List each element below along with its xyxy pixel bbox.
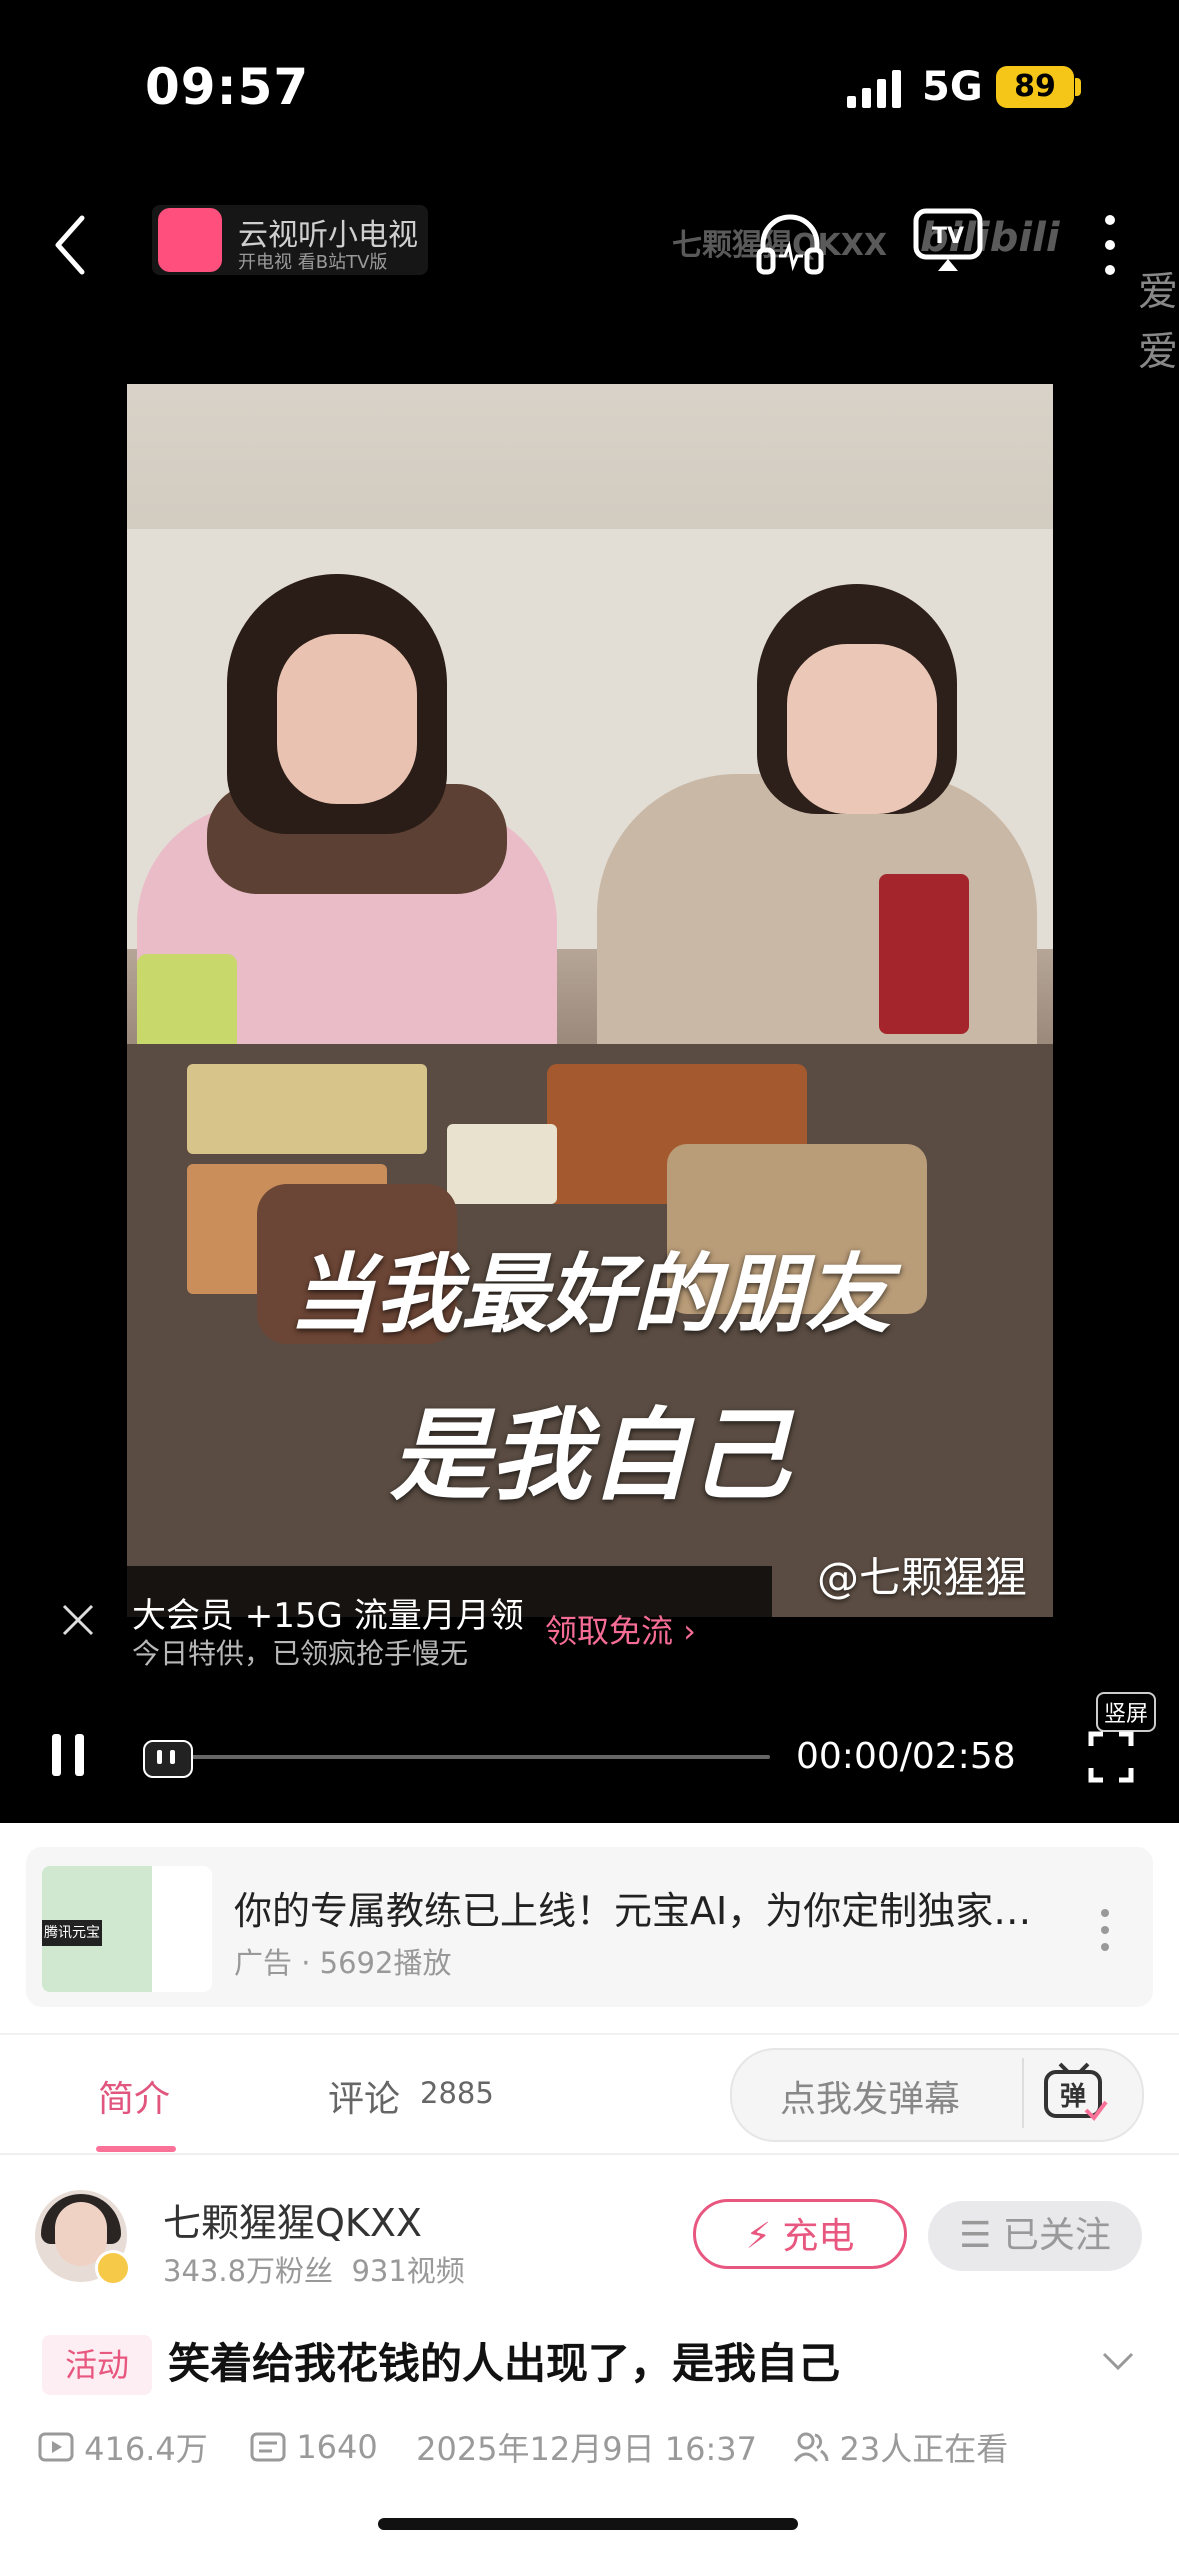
drink-cup-red [879,874,969,1034]
tab-intro[interactable]: 简介 [98,2070,170,2122]
signal-icon [847,70,901,108]
video-title: 笑着给我花钱的人出现了，是我自己 [168,2339,841,2388]
ad-title: 你的专属教练已上线！元宝AI，为你定制独家… [234,1889,1032,1933]
food-sushi-box [187,1064,427,1154]
battery-tip [1075,78,1081,96]
ad-thumbnail-tag: 腾讯元宝 [42,1920,102,1946]
close-icon[interactable] [60,1602,96,1638]
fullscreen-icon[interactable] [1087,1730,1135,1784]
vertical-mode-label[interactable]: 竖屏 [1096,1692,1157,1732]
play-count-icon [38,2432,74,2462]
uploader-name[interactable]: 七颗猩猩QKXX [163,2192,422,2247]
person-left-face [277,634,417,804]
verified-badge-icon [95,2250,131,2286]
uploader-stats: 343.8万粉丝 931视频 [163,2254,465,2288]
food-rolls [447,1124,557,1204]
ad-thumbnail-sticker [152,1866,212,1992]
video-caption-line2: 是我自己 [390,1396,790,1514]
video-caption-line1: 当我最好的朋友 [289,1244,891,1345]
tab-comments-count: 2885 [420,2076,494,2110]
danmaku-icon-label: 弹 [1060,2082,1086,2112]
back-arrow-icon[interactable] [50,210,90,280]
home-indicator [378,2518,798,2530]
tab-comments[interactable]: 评论 [328,2070,400,2122]
viewers-icon [794,2432,829,2462]
video-handle-watermark: @七颗猩猩 [816,1553,1027,1602]
live-viewers: 23人正在看 [839,2430,1009,2468]
divider [0,2153,1179,2155]
ad-more-icon[interactable] [1100,1908,1110,1952]
tv-knob-icon [157,1750,175,1764]
activity-badge[interactable]: 活动 [42,2335,152,2395]
battery-indicator: 89 [996,66,1074,108]
vip-promo-subtitle: 今日特供，已领疯抢手慢无 [132,1637,469,1670]
progress-handle[interactable] [143,1740,193,1778]
publish-date: 2025年12月9日 16:37 [416,2430,758,2468]
tv-app-logo-icon [158,208,222,272]
vip-promo-title: 大会员 +15G 流量月月领 [132,1596,524,1636]
tab-active-indicator [96,2146,176,2152]
network-label: 5G [922,64,983,110]
status-time: 09:57 [145,58,310,116]
tv-cast-icon[interactable]: TV [912,205,984,275]
danmaku-toggle-icon[interactable]: 弹 [1040,2060,1110,2126]
view-count: 416.4万 [84,2430,208,2468]
edge-overflow-text: 爱 爱 [1138,269,1178,375]
video-meta-row: 416.4万 1640 2025年12月9日 16:37 23人正在看 [38,2424,1008,2470]
video-frame[interactable]: 当我最好的朋友 是我自己 @七颗猩猩 [127,384,1053,1617]
divider [1022,2058,1024,2128]
ad-thumbnail: 腾讯元宝 [42,1866,212,1992]
person-right-face [787,644,937,814]
vip-promo-cta[interactable]: 领取免流 › [545,1606,696,1652]
listen-mode-icon[interactable] [755,212,825,276]
ad-meta: 广告 · 5692播放 [234,1946,452,1980]
divider [0,2033,1179,2035]
danmaku-count-icon [250,2432,286,2462]
follow-button[interactable]: ☰ 已关注 [928,2201,1142,2271]
chevron-down-icon[interactable] [1100,2350,1136,2374]
danmaku-count: 1640 [296,2428,378,2466]
more-vertical-icon[interactable] [1100,212,1120,278]
progress-track[interactable] [160,1755,770,1759]
pause-icon[interactable] [48,1732,88,1778]
svg-text:TV: TV [932,224,964,249]
danmaku-placeholder: 点我发弹幕 [780,2079,961,2120]
playback-time: 00:00/02:58 [796,1736,1016,1777]
tv-app-promo-subtitle: 开电视 看B站TV版 [238,252,388,273]
charge-button[interactable]: ⚡ 充电 [693,2199,907,2269]
